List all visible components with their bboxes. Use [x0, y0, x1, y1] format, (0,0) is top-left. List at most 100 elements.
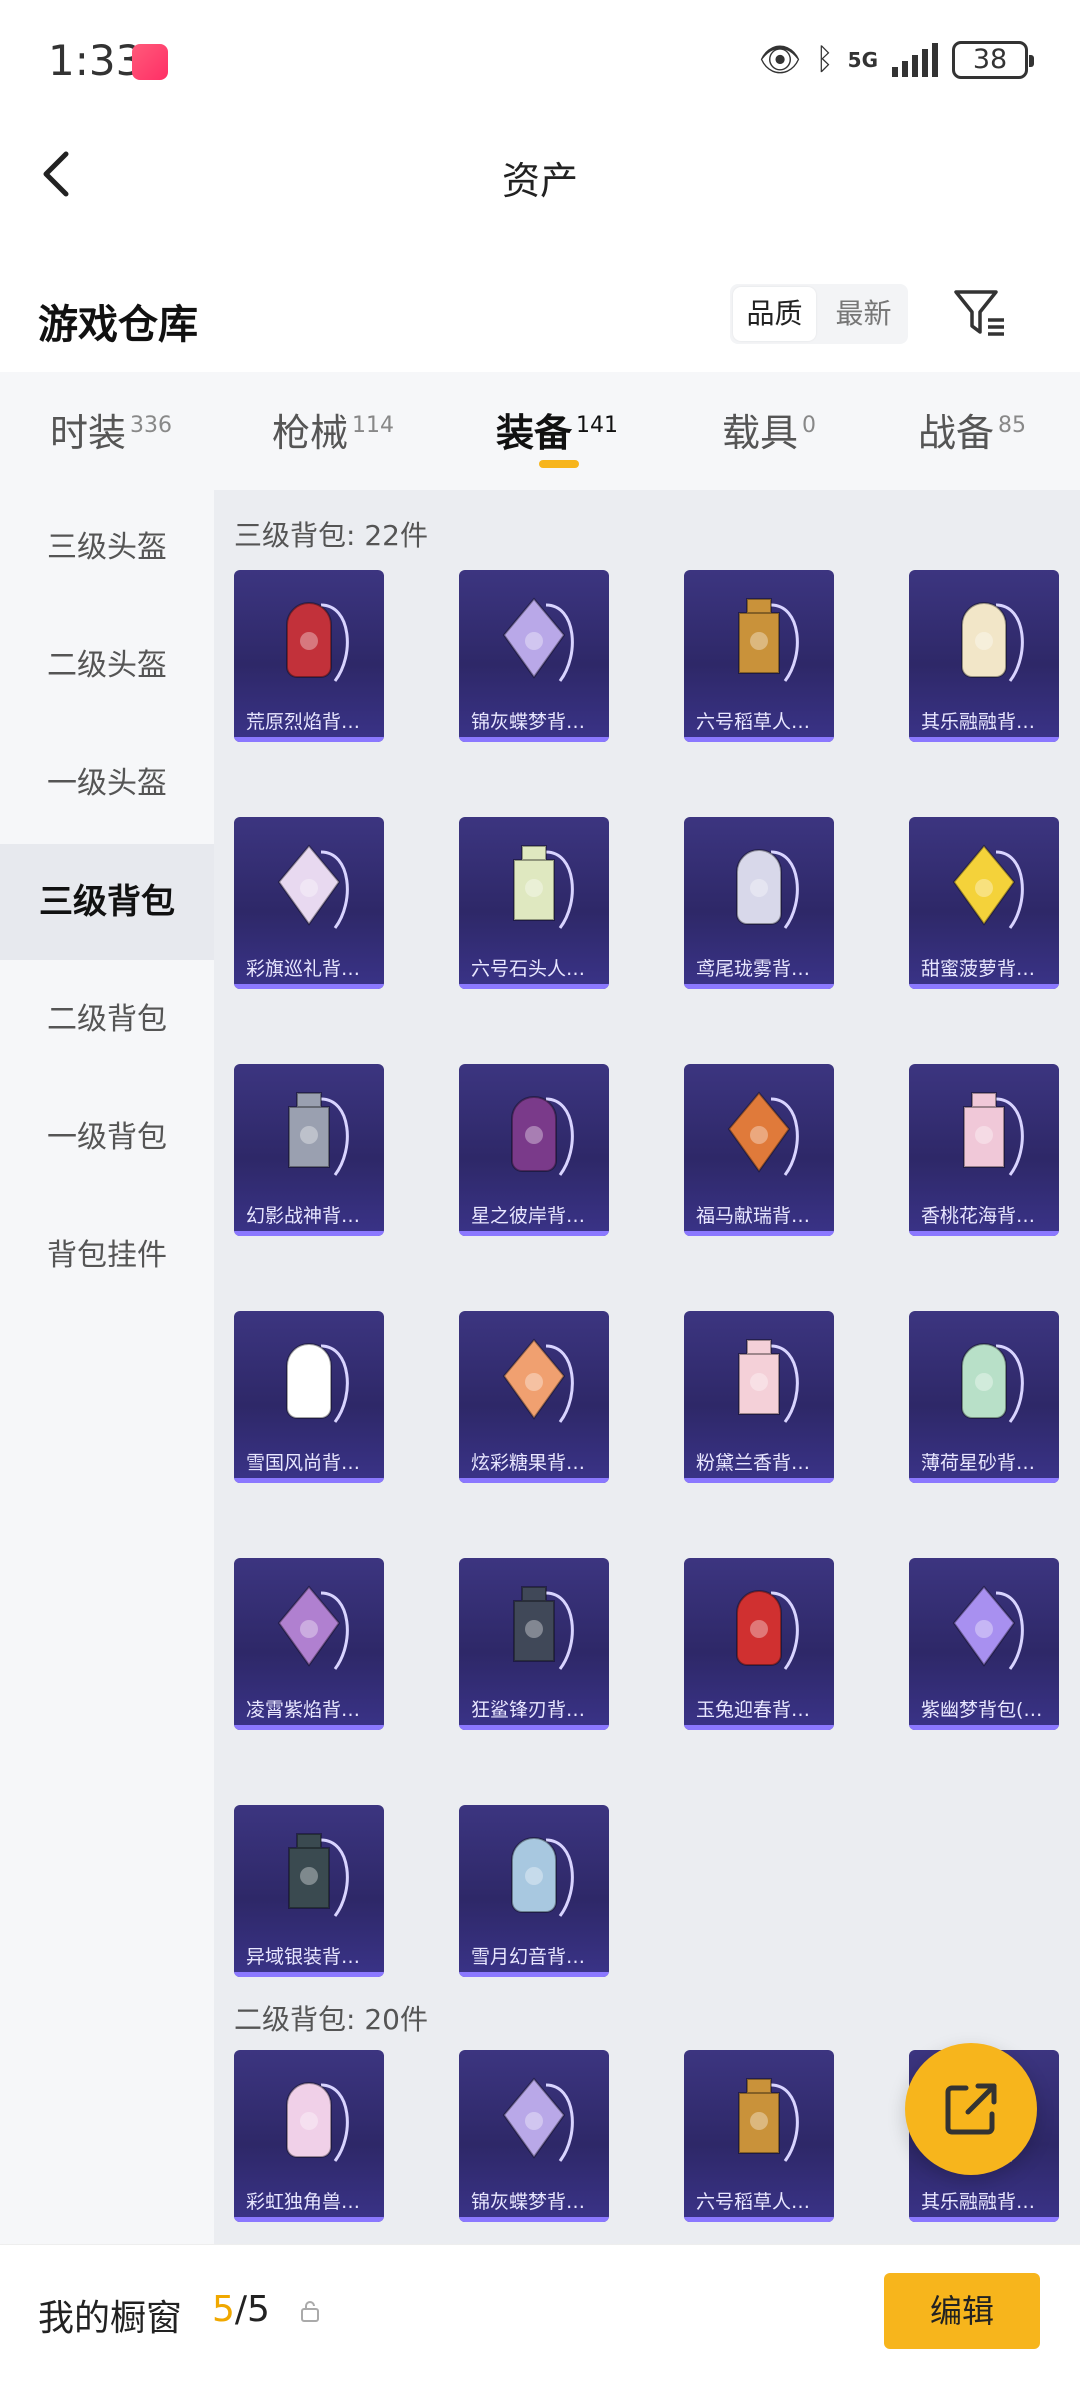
tab-label: 装备 — [496, 411, 573, 455]
backpack-image — [684, 2050, 834, 2190]
item-card[interactable]: 雪月幻音背… — [459, 1805, 609, 1977]
item-name: 异域银装背… — [246, 1946, 361, 1968]
backpack-image — [234, 1805, 384, 1945]
tab-guns[interactable]: 枪械 114 — [272, 402, 394, 457]
showcase-current: 5 — [212, 2289, 235, 2330]
item-card[interactable]: 薄荷星砂背… — [909, 1311, 1059, 1483]
page-title: 资产 — [501, 159, 578, 203]
item-card[interactable]: 六号石头人… — [459, 817, 609, 989]
item-card[interactable]: 雪国风尚背… — [234, 1311, 384, 1483]
eye-icon: 👁 — [758, 40, 802, 80]
sidebar-item-lv1-backpack[interactable]: 一级背包 — [0, 1080, 214, 1196]
backpack-image — [909, 817, 1059, 957]
rarity-bar — [234, 737, 384, 742]
item-card[interactable]: 凌霄紫焰背… — [234, 1558, 384, 1730]
item-card[interactable]: 玉兔迎春背… — [684, 1558, 834, 1730]
category-tabs: 时装 336 枪械 114 装备 141 载具 0 战备 85 — [0, 372, 1080, 490]
group-title: 二级背包: 20件 — [234, 2003, 428, 2036]
share-button[interactable] — [905, 2043, 1037, 2175]
lock-icon — [301, 2301, 319, 2322]
item-card[interactable]: 锦灰蝶梦背… — [459, 570, 609, 742]
backpack-image — [684, 1558, 834, 1698]
tab-fashion[interactable]: 时装 336 — [50, 402, 172, 457]
tab-count: 0 — [802, 413, 817, 439]
tab-vehicles[interactable]: 载具 0 — [722, 402, 816, 457]
battery-icon: 38 — [952, 41, 1034, 79]
active-tab-indicator — [539, 460, 579, 468]
item-name: 粉黛兰香背… — [696, 1452, 811, 1474]
sidebar-item-lv1-helmet[interactable]: 一级头盔 — [0, 726, 214, 842]
filter-icon — [954, 290, 1004, 336]
showcase-bar: 我的橱窗 5/5 编辑 — [0, 2244, 1080, 2381]
item-name: 六号稻草人… — [696, 2191, 811, 2213]
item-card[interactable]: 鸢尾珑雾背… — [684, 817, 834, 989]
rarity-bar — [459, 1725, 609, 1730]
item-name: 锦灰蝶梦背… — [471, 2191, 586, 2213]
item-card[interactable]: 彩虹独角兽… — [234, 2050, 384, 2222]
group-title: 三级背包: 22件 — [234, 519, 428, 552]
tab-label: 载具 — [722, 411, 799, 455]
item-grid: 三级背包: 22件 二级背包: 20件 荒原烈焰背… 锦灰蝶梦背… 六号稻草人… 其乐… — [214, 490, 1080, 2244]
item-name: 彩旗巡礼背… — [246, 958, 361, 980]
rarity-bar — [234, 1478, 384, 1483]
backpack-image — [684, 1311, 834, 1451]
sort-toggle: 品质 最新 — [730, 284, 908, 344]
item-name: 六号石头人… — [471, 958, 586, 980]
item-card[interactable]: 幻影战神背… — [234, 1064, 384, 1236]
sidebar-item-lv2-backpack[interactable]: 二级背包 — [0, 962, 214, 1078]
rarity-bar — [909, 737, 1059, 742]
item-name: 紫幽梦背包(… — [921, 1699, 1043, 1721]
sidebar-item-backpack-charm[interactable]: 背包挂件 — [0, 1198, 214, 1314]
item-card[interactable]: 福马献瑞背… — [684, 1064, 834, 1236]
item-card[interactable]: 其乐融融背… — [909, 570, 1059, 742]
backpack-image — [684, 817, 834, 957]
item-card[interactable]: 紫幽梦背包(… — [909, 1558, 1059, 1730]
rarity-bar — [459, 737, 609, 742]
item-card[interactable]: 荒原烈焰背… — [234, 570, 384, 742]
item-name: 香桃花海背… — [921, 1205, 1036, 1227]
item-name: 雪月幻音背… — [471, 1946, 586, 1968]
item-card[interactable]: 香桃花海背… — [909, 1064, 1059, 1236]
status-bar: 1:33 👁 ᛒ 5G 38 — [0, 0, 1080, 125]
item-name: 幻影战神背… — [246, 1205, 361, 1227]
item-card[interactable]: 六号稻草人… — [684, 570, 834, 742]
rarity-bar — [684, 1231, 834, 1236]
sort-quality-button[interactable]: 品质 — [733, 287, 816, 341]
item-card[interactable]: 锦灰蝶梦背… — [459, 2050, 609, 2222]
item-card[interactable]: 甜蜜菠萝背… — [909, 817, 1059, 989]
backpack-image — [234, 1311, 384, 1451]
tab-equipment[interactable]: 装备 141 — [496, 402, 618, 457]
tab-count: 85 — [998, 413, 1027, 439]
rarity-bar — [909, 1231, 1059, 1236]
sidebar-item-lv2-helmet[interactable]: 二级头盔 — [0, 608, 214, 724]
item-card[interactable]: 彩旗巡礼背… — [234, 817, 384, 989]
rarity-bar — [234, 984, 384, 989]
edit-button[interactable]: 编辑 — [884, 2273, 1040, 2349]
showcase-label: 我的橱窗 — [38, 2298, 183, 2339]
backpack-image — [459, 817, 609, 957]
rarity-bar — [909, 1725, 1059, 1730]
item-card[interactable]: 粉黛兰香背… — [684, 1311, 834, 1483]
backpack-image — [459, 1311, 609, 1451]
sidebar-item-lv3-backpack[interactable]: 三级背包 — [0, 844, 214, 960]
app-notification-icon — [132, 44, 168, 80]
share-icon — [945, 2083, 997, 2135]
item-card[interactable]: 炫彩糖果背… — [459, 1311, 609, 1483]
nav-bar: 资产 — [0, 130, 1080, 220]
sort-newest-button[interactable]: 最新 — [819, 284, 908, 344]
backpack-image — [459, 1805, 609, 1945]
item-card[interactable]: 星之彼岸背… — [459, 1064, 609, 1236]
backpack-image — [684, 1064, 834, 1204]
item-card[interactable]: 六号稻草人… — [684, 2050, 834, 2222]
status-icons: 👁 ᛒ 5G 38 — [758, 40, 1034, 80]
rarity-bar — [234, 2217, 384, 2222]
item-card[interactable]: 狂鲨锋刃背… — [459, 1558, 609, 1730]
tab-supplies[interactable]: 战备 85 — [918, 402, 1026, 457]
rarity-bar — [909, 1478, 1059, 1483]
item-name: 其乐融融背… — [921, 711, 1036, 733]
sidebar-item-lv3-helmet[interactable]: 三级头盔 — [0, 490, 214, 606]
rarity-bar — [459, 984, 609, 989]
item-card[interactable]: 异域银装背… — [234, 1805, 384, 1977]
filter-button[interactable] — [950, 284, 1010, 344]
backpack-image — [234, 2050, 384, 2190]
